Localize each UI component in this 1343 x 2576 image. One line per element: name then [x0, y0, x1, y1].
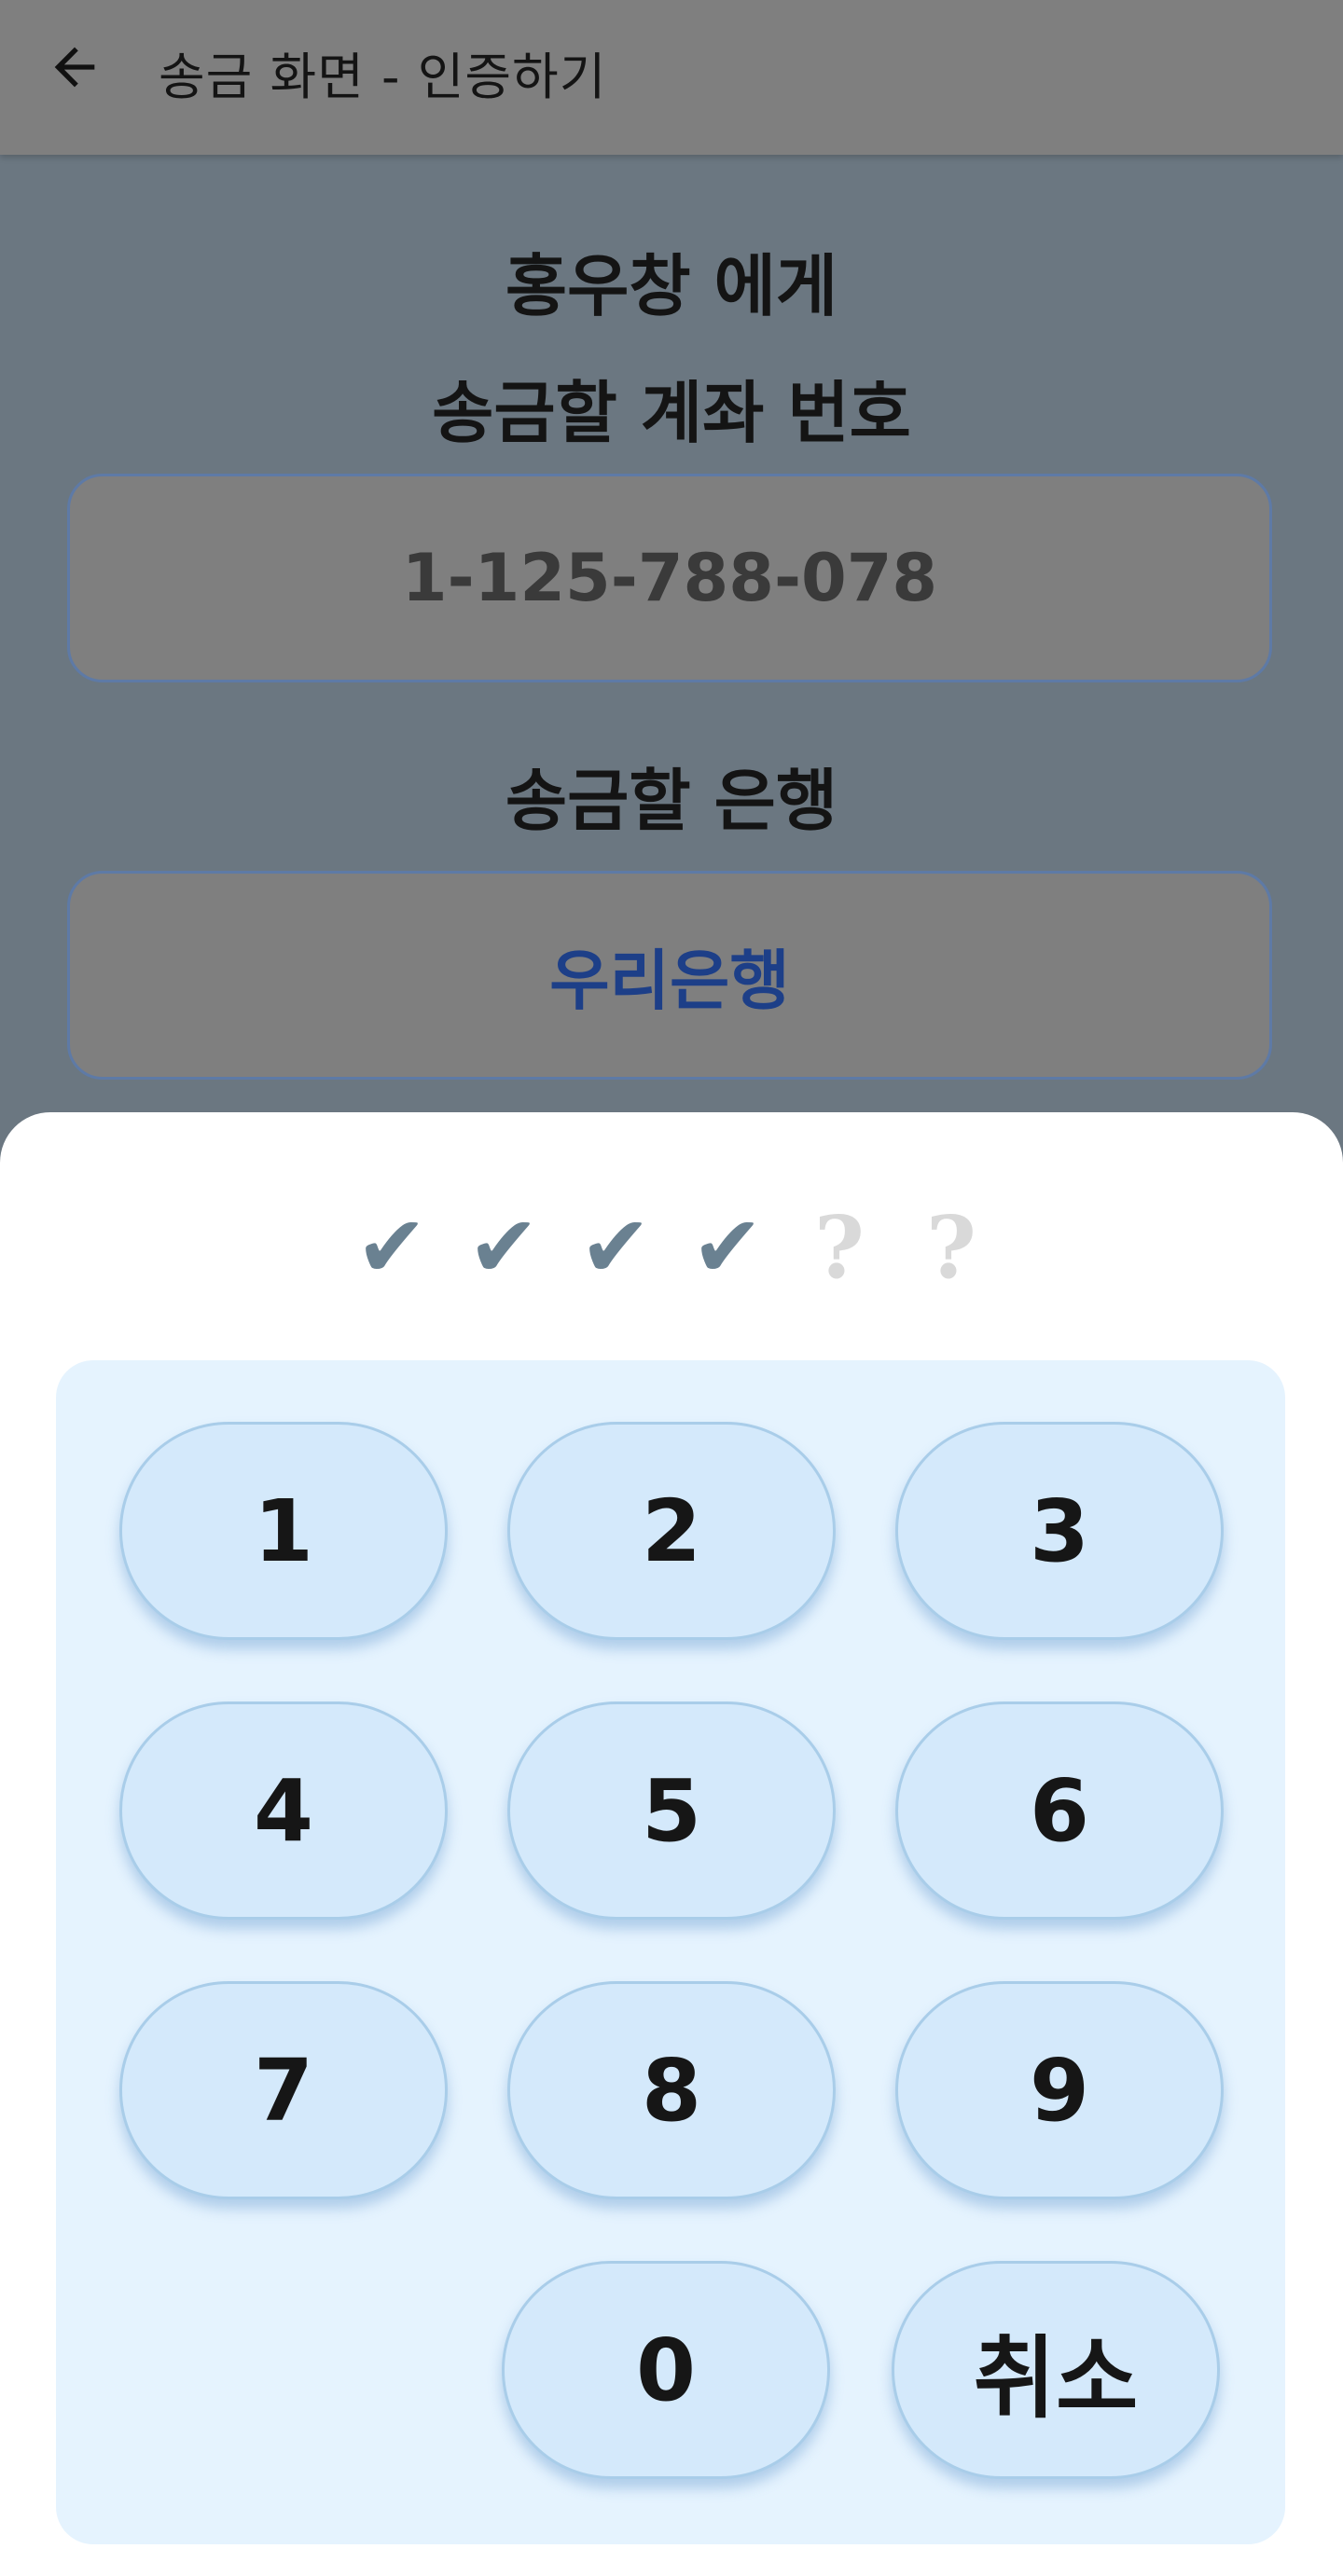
number-keypad: 1 2 3 4 5 6 7 8 9 0 취소	[56, 1360, 1285, 2544]
key-2-button[interactable]: 2	[507, 1422, 836, 1640]
bank-label: 송금할 은행	[505, 762, 838, 840]
cancel-button[interactable]: 취소	[892, 2261, 1220, 2479]
account-number-field[interactable]: 1-125-788-078	[67, 474, 1272, 682]
pin-indicator: ✔ ✔ ✔ ✔ ? ?	[0, 1196, 1343, 1299]
arrow-left-icon[interactable]	[45, 37, 104, 97]
key-3-button[interactable]: 3	[895, 1422, 1224, 1640]
pin-check-icon: ✔	[467, 1197, 540, 1297]
recipient-heading: 홍우창 에게	[505, 247, 838, 325]
pin-check-icon: ✔	[355, 1197, 428, 1297]
key-7-button[interactable]: 7	[119, 1981, 448, 2199]
key-0-button[interactable]: 0	[502, 2261, 830, 2479]
pin-check-icon: ✔	[579, 1197, 652, 1297]
page-title: 송금 화면 - 인증하기	[159, 48, 607, 106]
pin-question-icon: ?	[814, 1197, 865, 1298]
key-5-button[interactable]: 5	[507, 1701, 836, 1920]
transfer-form: 홍우창 에게 송금할 계좌 번호 1-125-788-078 송금할 은행 우리…	[0, 155, 1343, 1115]
pin-check-icon: ✔	[691, 1197, 764, 1297]
key-1-button[interactable]: 1	[119, 1422, 448, 1640]
account-label: 송금할 계좌 번호	[432, 374, 911, 452]
key-4-button[interactable]: 4	[119, 1701, 448, 1920]
key-8-button[interactable]: 8	[507, 1981, 836, 2199]
app-bar: 송금 화면 - 인증하기	[0, 0, 1343, 155]
pin-question-icon: ?	[926, 1197, 976, 1298]
bank-field[interactable]: 우리은행	[67, 871, 1272, 1080]
pin-bottom-sheet: ✔ ✔ ✔ ✔ ? ? 1 2 3 4 5 6 7 8 9 0 취소	[0, 1112, 1343, 2576]
key-6-button[interactable]: 6	[895, 1701, 1224, 1920]
key-9-button[interactable]: 9	[895, 1981, 1224, 2199]
